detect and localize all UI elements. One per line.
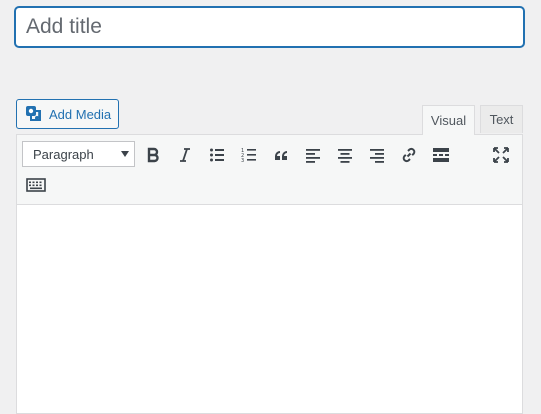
- bold-icon: [147, 147, 159, 163]
- add-media-icon: [25, 105, 43, 123]
- link-icon: [402, 147, 416, 163]
- paragraph-format-select[interactable]: Paragraph: [22, 141, 135, 167]
- read-more-icon: [433, 148, 449, 162]
- format-select-value: Paragraph: [33, 146, 94, 162]
- editor-toolbar: Paragraph 1 2 3: [17, 135, 522, 205]
- tab-text[interactable]: Text: [480, 105, 523, 133]
- post-title-input[interactable]: [15, 7, 524, 47]
- keyboard-icon: [26, 178, 46, 192]
- add-media-label: Add Media: [49, 106, 112, 122]
- align-center-button[interactable]: [331, 141, 359, 169]
- bulleted-list-icon: [210, 148, 224, 162]
- add-media-button[interactable]: Add Media: [16, 99, 119, 129]
- insert-link-button[interactable]: [395, 141, 423, 169]
- align-right-button[interactable]: [363, 141, 391, 169]
- chevron-down-icon: [121, 151, 129, 157]
- bulleted-list-button[interactable]: [203, 141, 231, 169]
- align-left-icon: [306, 149, 320, 163]
- blockquote-button[interactable]: [267, 141, 295, 169]
- tab-visual[interactable]: Visual: [422, 105, 475, 135]
- align-left-button[interactable]: [299, 141, 327, 169]
- toolbar-toggle-button[interactable]: [22, 171, 50, 199]
- fullscreen-button[interactable]: [487, 141, 515, 169]
- italic-icon: [180, 148, 190, 162]
- align-right-icon: [370, 149, 384, 163]
- fullscreen-icon: [493, 147, 509, 163]
- svg-text:3: 3: [241, 158, 244, 163]
- blockquote-icon: [275, 151, 287, 160]
- bold-button[interactable]: [139, 141, 167, 169]
- italic-button[interactable]: [171, 141, 199, 169]
- align-center-icon: [338, 149, 352, 163]
- tab-visual-label: Visual: [430, 113, 467, 128]
- editor: Paragraph 1 2 3: [16, 134, 523, 414]
- numbered-list-button[interactable]: 1 2 3: [235, 141, 263, 169]
- tab-text-label: Text: [489, 112, 514, 127]
- editor-content-area[interactable]: [17, 206, 522, 413]
- numbered-list-icon: 1 2 3: [241, 148, 256, 163]
- read-more-button[interactable]: [427, 141, 455, 169]
